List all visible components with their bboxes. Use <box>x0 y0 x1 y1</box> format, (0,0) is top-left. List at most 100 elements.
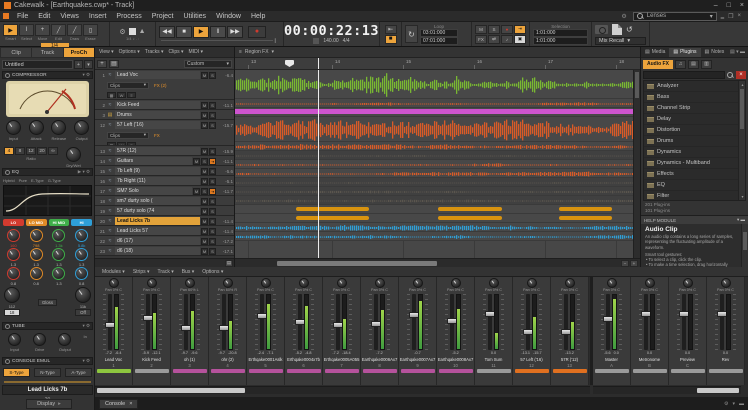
track-row[interactable]: 18≈sm7 durty solo (MS <box>95 196 234 206</box>
solo-button[interactable]: S <box>209 248 216 255</box>
tube-module-header[interactable]: TUBE ▾ ⚙ <box>2 322 93 330</box>
clip-lane[interactable] <box>235 187 640 196</box>
ratio-12[interactable]: 12 <box>26 147 36 155</box>
menu-insert[interactable]: Insert <box>84 13 112 20</box>
volume-fader[interactable] <box>606 294 610 350</box>
trackpane-menu-tracks[interactable]: Tracks ▾ <box>143 49 166 55</box>
clip-lane[interactable] <box>235 151 640 160</box>
inspector-track-name[interactable]: Lead Licks 7b <box>2 385 93 395</box>
console-menu-options[interactable]: Options ▾ <box>199 269 226 275</box>
channel-name[interactable]: 57R ('12) <box>552 356 588 363</box>
plugin-category-item[interactable]: Bass <box>644 92 745 103</box>
volume-fader[interactable] <box>298 294 302 350</box>
clips-vscrollbar[interactable] <box>633 70 640 258</box>
solo-button[interactable]: S <box>209 208 216 215</box>
power-icon[interactable] <box>5 170 10 175</box>
menu-file[interactable]: File <box>12 13 33 20</box>
mute-button[interactable]: M <box>201 248 208 255</box>
mute-button[interactable]: M <box>201 238 208 245</box>
browser-tab-notes[interactable]: ▤Notes <box>701 48 729 57</box>
rewind-button[interactable]: ◀◀ <box>159 26 175 38</box>
track-name[interactable]: Lead Licks 7b <box>115 217 200 225</box>
track-row[interactable]: 23≈d6 (18)MS-17.1 <box>95 246 234 256</box>
mute-button[interactable]: M <box>193 158 200 165</box>
eq-knob[interactable] <box>75 248 88 261</box>
menu-icon[interactable]: ≡ <box>239 49 242 55</box>
playhead-line[interactable] <box>318 58 319 69</box>
hp-filter-knob[interactable] <box>4 287 20 303</box>
wrench-icon[interactable]: ⚙ <box>621 13 626 20</box>
track-row[interactable]: 21≈Lead Licks 57MS-11.4 <box>95 226 234 236</box>
midi-clip-segment[interactable] <box>438 207 503 211</box>
solo-button[interactable]: S <box>209 102 216 109</box>
track-name[interactable]: d6 (17) <box>115 237 200 245</box>
track-row[interactable]: 17≈SM7 SoloMS⇥-11.7 <box>95 186 234 196</box>
trackpane-menu-clips[interactable]: Clips ▾ <box>167 49 186 55</box>
mute-button[interactable]: M <box>201 198 208 205</box>
volume-fader[interactable] <box>412 294 416 350</box>
plugin-category-item[interactable]: Delay <box>644 114 745 125</box>
console-menu-bus[interactable]: Bus ▾ <box>179 269 198 275</box>
inspector-tab-track[interactable]: Track <box>32 48 62 57</box>
minimize-button[interactable]: – <box>714 2 718 9</box>
tube-knob[interactable] <box>8 333 21 346</box>
stop-button[interactable]: ■ <box>176 26 192 38</box>
console-channel-strip[interactable]: Pan 0% C-0.7Earthqake0007Ax79 <box>399 277 437 385</box>
plugin-category-item[interactable]: EQ <box>644 180 745 191</box>
input-echo-button[interactable]: ⇥ <box>209 188 216 195</box>
solo-button[interactable]: S <box>201 158 208 165</box>
clip-lane[interactable] <box>235 178 640 187</box>
console-channel-strip[interactable]: Pan 0% C-5.2Earthqake0008Ax710 <box>437 277 475 385</box>
track-name[interactable]: 7b Left (9) <box>115 167 200 175</box>
console-channel-strip[interactable]: Pan 0% C-13.1-15.757 Left ('16)12 <box>513 277 551 385</box>
dock-menu-icon[interactable]: ▾ <box>732 401 735 407</box>
instruments-icon[interactable]: ♫ <box>675 60 686 69</box>
metronome-button[interactable]: ♪ <box>501 35 513 44</box>
solo-button[interactable]: S <box>209 72 216 79</box>
solo-button[interactable]: S <box>209 168 216 175</box>
volume-fader[interactable] <box>260 294 264 350</box>
console-channel-strip[interactable]: Pan 0% C-5.2-4.8Erthqake0004x7b6 <box>285 277 323 385</box>
help-module-icons[interactable]: ▾ ▬ <box>737 217 745 223</box>
time-display[interactable]: 00:00:22:13 <box>284 24 379 38</box>
mute-button[interactable]: M <box>201 148 208 155</box>
exclusive-solo-button[interactable]: ▣ <box>514 35 526 44</box>
volume-fader[interactable] <box>222 294 226 350</box>
hscroll-thumb[interactable] <box>277 261 437 266</box>
audio-fx-button[interactable]: Audio FX <box>643 60 673 69</box>
export-file-button[interactable] <box>612 24 622 35</box>
clip-lane[interactable] <box>235 117 640 142</box>
console-channel-strip[interactable]: Pan 0% C-5.60.0MasterA <box>593 277 631 385</box>
draw-tool[interactable]: ╱ <box>67 24 82 36</box>
channel-name[interactable]: Rev <box>708 356 744 363</box>
eq-knob[interactable] <box>75 229 88 242</box>
midi-clip-segment[interactable] <box>559 207 612 211</box>
pan-knob[interactable] <box>565 278 575 288</box>
mute-button[interactable]: M <box>193 188 200 195</box>
pan-knob[interactable] <box>413 278 423 288</box>
loop-marker-handle[interactable] <box>285 60 294 67</box>
lp-filter-knob[interactable] <box>75 287 91 303</box>
clip-lane[interactable] <box>235 223 640 232</box>
solo-button[interactable]: S <box>209 122 216 129</box>
menu-process[interactable]: Process <box>111 13 146 20</box>
volume-fader[interactable] <box>682 294 686 350</box>
track-name[interactable]: SM7 Solo <box>115 187 192 195</box>
mdi-minimize-button[interactable]: ‗ <box>721 13 724 20</box>
solo-button[interactable]: S <box>209 148 216 155</box>
track-name[interactable]: 57 durty solo (74 <box>115 207 200 215</box>
menu-project[interactable]: Project <box>147 13 179 20</box>
track-name[interactable]: Drums <box>115 111 200 119</box>
select-tool[interactable]: I <box>19 24 34 36</box>
channel-name[interactable]: Preview <box>670 356 706 363</box>
channel-name[interactable]: oh (1) <box>172 356 208 363</box>
eq-knob[interactable] <box>7 267 20 280</box>
eq-mode-e-type[interactable]: E-Type <box>31 178 44 183</box>
clips-lanes[interactable] <box>235 70 640 258</box>
maximize-button[interactable]: □ <box>727 2 731 9</box>
pan-knob[interactable] <box>489 278 499 288</box>
pan-knob[interactable] <box>185 278 195 288</box>
pan-knob[interactable] <box>109 278 119 288</box>
trackpane-menu-view[interactable]: View ▾ <box>97 49 116 55</box>
track-row[interactable]: 2≈Kick FeedMS-11.1 <box>95 100 234 110</box>
